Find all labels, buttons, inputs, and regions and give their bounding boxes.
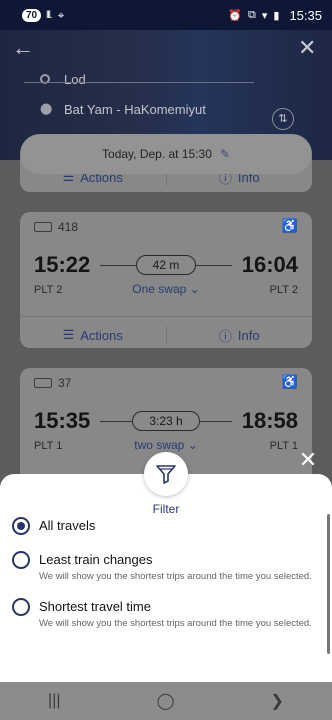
location-pin-icon: ⬤ xyxy=(40,103,53,115)
swap-toggle[interactable]: two swap ⌄ xyxy=(20,438,312,452)
arrival-time: 16:04 xyxy=(241,252,298,277)
swap-stations-icon[interactable]: ⇅ xyxy=(272,108,294,130)
battery-icon: ▮ xyxy=(273,9,280,22)
departure-time: 15:22 xyxy=(34,252,91,277)
trip-duration-wrap: 3:23 h xyxy=(90,411,241,431)
option-description: We will show you the shortest trips arou… xyxy=(39,571,312,582)
radio-button[interactable] xyxy=(12,598,30,616)
arrival-time: 18:58 xyxy=(241,408,298,433)
recent-apps-icon[interactable]: ||| xyxy=(48,692,60,710)
chevron-down-icon: ⌄ xyxy=(187,438,198,452)
train-info: 418 xyxy=(34,220,78,234)
filter-icon xyxy=(144,452,188,496)
info-icon: ⓘ xyxy=(218,328,232,344)
duration-badge: 3:23 h xyxy=(132,411,200,431)
back-arrow-icon[interactable]: ← xyxy=(12,36,36,60)
date-label: Today, Dep. at 15:30 xyxy=(102,147,212,161)
origin-row[interactable]: Lod xyxy=(40,64,300,94)
radio-button-checked[interactable] xyxy=(12,517,30,535)
home-icon[interactable]: ◯ xyxy=(157,691,175,711)
route-selector: Lod ⬤ Bat Yam - HaKomemiyut xyxy=(40,64,300,124)
info-label: Info xyxy=(237,327,260,343)
filter-title: Filter xyxy=(152,502,180,516)
clock: 15:35 xyxy=(289,7,322,23)
origin-station: Lod xyxy=(64,71,86,87)
swap-label: two swap xyxy=(134,438,185,452)
card-actions: ☰ Actions ⓘ Info xyxy=(20,322,312,348)
train-number: 37 xyxy=(58,376,72,390)
alarm-icon: ⏰ xyxy=(228,9,242,22)
duration-badge: 42 m xyxy=(135,255,197,275)
route-divider xyxy=(24,82,254,83)
option-label: Least train changes xyxy=(39,552,153,567)
option-label: Shortest travel time xyxy=(39,599,151,614)
trip-duration-wrap: 42 m xyxy=(90,255,241,275)
accessibility-icon: ♿ xyxy=(281,374,298,389)
destination-station: Bat Yam - HaKomemiyut xyxy=(64,101,206,117)
departure-time: 15:35 xyxy=(34,408,91,433)
system-nav-bar: ||| ◯ ❯ xyxy=(0,682,332,720)
trip-times: 15:35 3:23 h 18:58 xyxy=(34,406,298,436)
wifi-icon: ▾ xyxy=(261,9,268,22)
trip-times: 15:22 42 m 16:04 xyxy=(34,250,298,280)
swap-toggle[interactable]: One swap ⌄ xyxy=(20,282,312,296)
card-divider xyxy=(20,316,312,317)
date-selector[interactable]: Today, Dep. at 15:30 ✎ xyxy=(20,134,312,174)
close-icon[interactable]: ✕ xyxy=(296,448,320,472)
edit-pencil-icon: ✎ xyxy=(219,147,230,161)
actions-label: Actions xyxy=(80,327,123,343)
location-icon: ⌖ xyxy=(57,7,65,22)
status-bar: 70 lll. ⌖ ⏰ ⧉ ▾ ▮ 15:35 xyxy=(0,0,332,30)
arrival-platform: PLT 1 xyxy=(269,440,298,452)
swap-label: One swap xyxy=(132,282,187,296)
actions-icon: ☰ xyxy=(62,327,75,342)
train-number: 418 xyxy=(58,220,79,234)
arrival-platform: PLT 2 xyxy=(269,284,298,296)
train-icon xyxy=(34,378,52,388)
option-label: All travels xyxy=(39,518,96,533)
signal-icon: lll. xyxy=(46,9,53,21)
back-icon[interactable]: ❯ xyxy=(271,691,284,711)
close-icon[interactable]: ✕ xyxy=(298,36,318,60)
vibrate-icon: ⧉ xyxy=(248,8,256,21)
notification-badge: 70 xyxy=(22,8,42,22)
radio-button[interactable] xyxy=(12,551,30,569)
trip-card[interactable]: 418 ♿ 15:22 42 m 16:04 PLT 2 One swap ⌄ … xyxy=(20,212,312,348)
destination-row[interactable]: ⬤ Bat Yam - HaKomemiyut xyxy=(40,94,300,124)
chevron-down-icon: ⌄ xyxy=(189,282,200,296)
accessibility-icon: ♿ xyxy=(281,218,298,233)
train-info: 37 xyxy=(34,376,71,390)
info-button[interactable]: ⓘ Info xyxy=(167,322,313,348)
actions-button[interactable]: ☰ Actions xyxy=(20,322,166,348)
scrollbar[interactable] xyxy=(327,514,330,654)
train-icon xyxy=(34,222,52,232)
option-description: We will show you the shortest trips arou… xyxy=(39,618,312,629)
